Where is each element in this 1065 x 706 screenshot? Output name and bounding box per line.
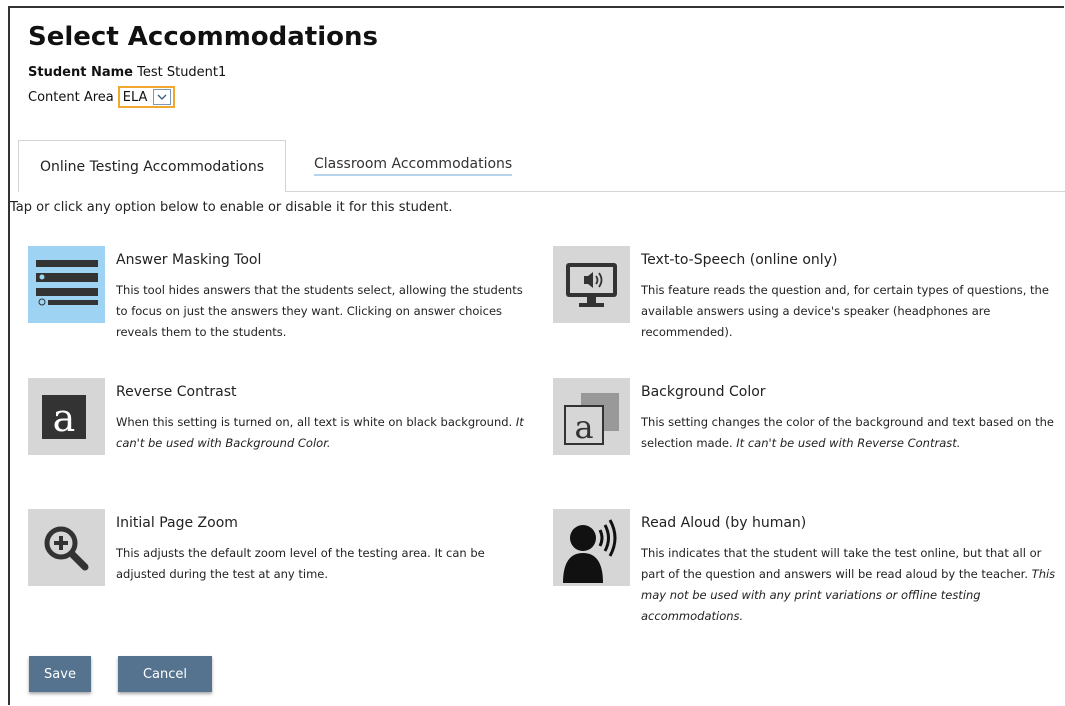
option-title: Text-to-Speech (online only) xyxy=(641,252,838,268)
text-to-speech-icon xyxy=(553,246,630,323)
content-area-row: Content Area ELA xyxy=(28,86,176,108)
read-aloud-icon xyxy=(553,509,630,586)
option-description: This adjusts the default zoom level of t… xyxy=(116,546,485,581)
tab-classroom-accommodations[interactable]: Classroom Accommodations xyxy=(314,156,513,176)
background-color-icon: a xyxy=(553,378,630,455)
tab-divider xyxy=(286,191,1065,192)
svg-text:a: a xyxy=(574,408,593,446)
save-button[interactable]: Save xyxy=(29,656,91,692)
option-title: Background Color xyxy=(641,384,766,400)
option-note: It can't be used with Reverse Contrast. xyxy=(736,436,961,450)
chevron-down-icon[interactable] xyxy=(153,89,172,105)
option-description: This tool hides answers that the student… xyxy=(116,283,523,339)
svg-text:a: a xyxy=(53,396,76,440)
instruction-text: Tap or click any option below to enable … xyxy=(10,200,453,215)
answer-masking-icon xyxy=(28,246,105,323)
content-area-select[interactable]: ELA xyxy=(117,86,176,108)
option-description: This feature reads the question and, for… xyxy=(641,283,1049,339)
option-description: This setting changes the color of the ba… xyxy=(641,415,1054,450)
option-title: Answer Masking Tool xyxy=(116,252,262,268)
page-title: Select Accommodations xyxy=(28,22,378,52)
accommodations-panel: Select Accommodations Student Name Test … xyxy=(8,6,1065,705)
reverse-contrast-icon: a xyxy=(28,378,105,455)
cancel-button[interactable]: Cancel xyxy=(118,656,212,692)
option-title: Reverse Contrast xyxy=(116,384,237,400)
option-title: Read Aloud (by human) xyxy=(641,515,807,531)
zoom-in-icon xyxy=(28,509,105,586)
tab-online-testing-accommodations[interactable]: Online Testing Accommodations xyxy=(18,140,286,192)
option-description: When this setting is turned on, all text… xyxy=(116,415,524,450)
option-title: Initial Page Zoom xyxy=(116,515,238,531)
student-name-label: Student Name xyxy=(28,65,133,80)
content-area-label: Content Area xyxy=(28,89,114,105)
content-area-value: ELA xyxy=(122,89,148,105)
student-name-value: Test Student1 xyxy=(137,65,227,80)
tab-bar: Online Testing Accommodations Classroom … xyxy=(18,140,1065,192)
student-name-row: Student Name Test Student1 xyxy=(28,65,226,80)
option-description: This indicates that the student will tak… xyxy=(641,546,1056,623)
